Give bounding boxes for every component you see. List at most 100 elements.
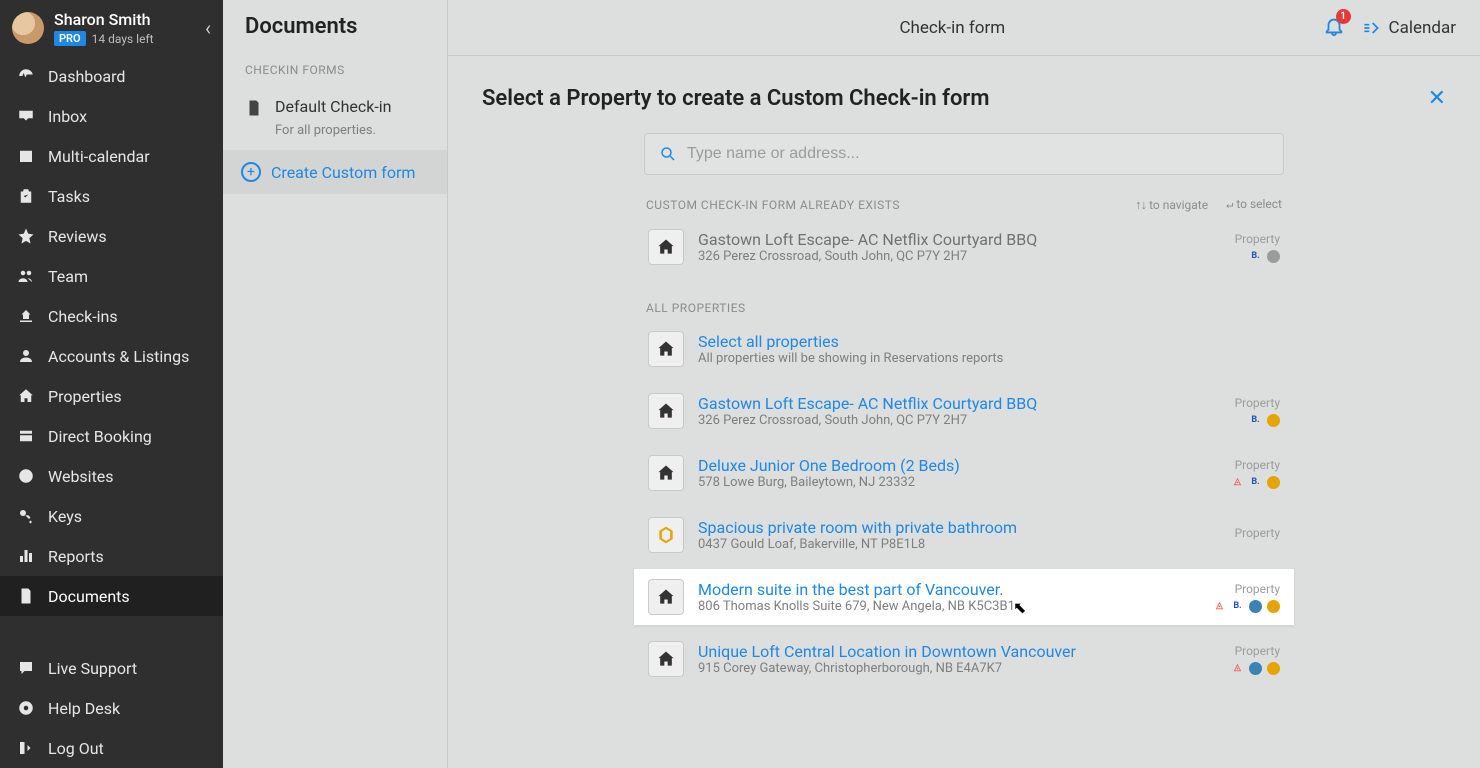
checkins-icon xyxy=(16,306,36,326)
nav-label: Help Desk xyxy=(48,699,120,718)
pro-badge: PRO xyxy=(54,31,86,46)
property-search-box[interactable] xyxy=(644,133,1284,175)
existing-property-row[interactable]: Gastown Loft Escape- AC Netflix Courtyar… xyxy=(644,219,1284,275)
create-custom-form-label: Create Custom form xyxy=(271,163,415,182)
nav-label: Team xyxy=(48,267,88,286)
exists-label: CUSTOM CHECK-IN FORM ALREADY EXISTS xyxy=(646,198,1135,212)
nav-label: Dashboard xyxy=(48,67,125,86)
source-icons: ◬ B. xyxy=(1210,476,1280,489)
nav-item-direct-booking[interactable]: Direct Booking xyxy=(0,416,223,456)
select-all-row[interactable]: Select all properties All properties wil… xyxy=(644,321,1284,377)
calendar-link[interactable]: Calendar xyxy=(1361,18,1456,38)
nav-label: Direct Booking xyxy=(48,427,152,446)
calendar-label: Calendar xyxy=(1389,18,1456,38)
nav-item-reports[interactable]: Reports xyxy=(0,536,223,576)
team-icon xyxy=(16,266,36,286)
property-row[interactable]: Spacious private room with private bathr… xyxy=(644,507,1284,563)
notifications-button[interactable]: 1 xyxy=(1323,15,1345,41)
existing-property-address: 326 Perez Crossroad, South John, QC P7Y … xyxy=(698,249,1196,264)
house-icon xyxy=(648,331,684,367)
create-custom-form-button[interactable]: + Create Custom form xyxy=(223,150,447,194)
inbox-icon xyxy=(16,106,36,126)
notification-badge: 1 xyxy=(1336,9,1351,24)
documents-panel: Documents CHECKIN FORMS Default Check-in… xyxy=(223,0,448,768)
panel-title: Documents xyxy=(223,0,447,57)
help-icon xyxy=(16,698,36,718)
close-icon[interactable]: ✕ xyxy=(1428,86,1446,111)
reports-icon xyxy=(16,546,36,566)
search-icon xyxy=(659,145,677,163)
nav-label: Documents xyxy=(48,587,130,606)
nav-item-keys[interactable]: Keys xyxy=(0,496,223,536)
source-icons: B. xyxy=(1210,250,1280,263)
property-tag: Property xyxy=(1210,644,1280,658)
profile-text: Sharon Smith PRO 14 days left xyxy=(54,10,195,46)
house-icon xyxy=(648,393,684,429)
token-icon xyxy=(648,517,684,553)
nav-item-check-ins[interactable]: Check-ins xyxy=(0,296,223,336)
property-row[interactable]: Deluxe Junior One Bedroom (2 Beds)578 Lo… xyxy=(644,445,1284,501)
nav-label: Log Out xyxy=(48,739,104,758)
property-title: Modern suite in the best part of Vancouv… xyxy=(698,580,1196,599)
property-tag: Property xyxy=(1210,458,1280,472)
nav-item-accounts-listings[interactable]: Accounts & Listings xyxy=(0,336,223,376)
profile-days: 14 days left xyxy=(92,32,154,46)
property-tag: Property xyxy=(1210,582,1280,596)
profile-block[interactable]: Sharon Smith PRO 14 days left ‹ xyxy=(0,0,223,56)
source-air-icon: ◬ xyxy=(1213,600,1226,613)
nav-item-properties[interactable]: Properties xyxy=(0,376,223,416)
nav-label: Reports xyxy=(48,547,104,566)
nav-label: Websites xyxy=(48,467,114,486)
nav-label: Reviews xyxy=(48,227,107,246)
source-b-icon: B. xyxy=(1249,476,1262,489)
default-checkin-title: Default Check-in xyxy=(275,97,392,116)
chat-icon xyxy=(16,658,36,678)
property-row[interactable]: Modern suite in the best part of Vancouv… xyxy=(634,569,1294,625)
logout-icon xyxy=(16,738,36,758)
property-address: 0437 Gould Loaf, Bakerville, NT P8E1L8 xyxy=(698,537,1196,552)
default-checkin-item[interactable]: Default Check-in xyxy=(223,85,447,123)
property-row[interactable]: Gastown Loft Escape- AC Netflix Courtyar… xyxy=(644,383,1284,439)
property-address: 806 Thomas Knolls Suite 679, New Angela,… xyxy=(698,599,1196,614)
nav-item-tasks[interactable]: Tasks xyxy=(0,176,223,216)
source-air-icon: ◬ xyxy=(1231,662,1244,675)
source-gold-icon xyxy=(1267,476,1280,489)
property-tag: Property xyxy=(1210,526,1280,540)
multicalendar-icon xyxy=(16,146,36,166)
content: Select a Property to create a Custom Che… xyxy=(448,56,1480,717)
properties-icon xyxy=(16,386,36,406)
nav-item-log-out[interactable]: Log Out xyxy=(0,728,223,768)
nav-item-inbox[interactable]: Inbox xyxy=(0,96,223,136)
nav-label: Inbox xyxy=(48,107,87,126)
nav-item-documents[interactable]: Documents xyxy=(0,576,223,616)
property-address: 578 Lowe Burg, Baileytown, NJ 23332 xyxy=(698,475,1196,490)
nav-item-help-desk[interactable]: Help Desk xyxy=(0,688,223,728)
nav-item-team[interactable]: Team xyxy=(0,256,223,296)
property-search-input[interactable] xyxy=(687,145,1269,163)
nav-label: Tasks xyxy=(48,187,90,206)
chevron-left-icon[interactable]: ‹ xyxy=(205,16,211,40)
source-gold-icon xyxy=(1267,414,1280,427)
nav-item-live-support[interactable]: Live Support xyxy=(0,648,223,688)
source-b-icon: B. xyxy=(1249,250,1262,263)
source-icons: ◬ xyxy=(1210,662,1280,675)
nav-footer: Live Support Help Desk Log Out xyxy=(0,648,223,768)
property-address: 326 Perez Crossroad, South John, QC P7Y … xyxy=(698,413,1196,428)
nav-item-multi-calendar[interactable]: Multi-calendar xyxy=(0,136,223,176)
source-icons: ◬B. xyxy=(1210,600,1280,613)
profile-name: Sharon Smith xyxy=(54,10,195,29)
nav-item-reviews[interactable]: Reviews xyxy=(0,216,223,256)
all-properties-label: ALL PROPERTIES xyxy=(644,301,1284,315)
property-title: Spacious private room with private bathr… xyxy=(698,518,1196,537)
property-tag: Property xyxy=(1210,232,1280,246)
panel-section-label: CHECKIN FORMS xyxy=(223,57,447,85)
main-area: Check-in form 1 Calendar Select a Proper… xyxy=(448,0,1480,768)
source-air-icon: ◬ xyxy=(1231,476,1244,489)
property-row[interactable]: Unique Loft Central Location in Downtown… xyxy=(644,631,1284,687)
property-address: 915 Corey Gateway, Christopherborough, N… xyxy=(698,661,1196,676)
nav-label: Check-ins xyxy=(48,307,118,326)
nav-label: Multi-calendar xyxy=(48,147,150,166)
nav-item-websites[interactable]: Websites xyxy=(0,456,223,496)
nav-item-dashboard[interactable]: Dashboard xyxy=(0,56,223,96)
websites-icon xyxy=(16,466,36,486)
